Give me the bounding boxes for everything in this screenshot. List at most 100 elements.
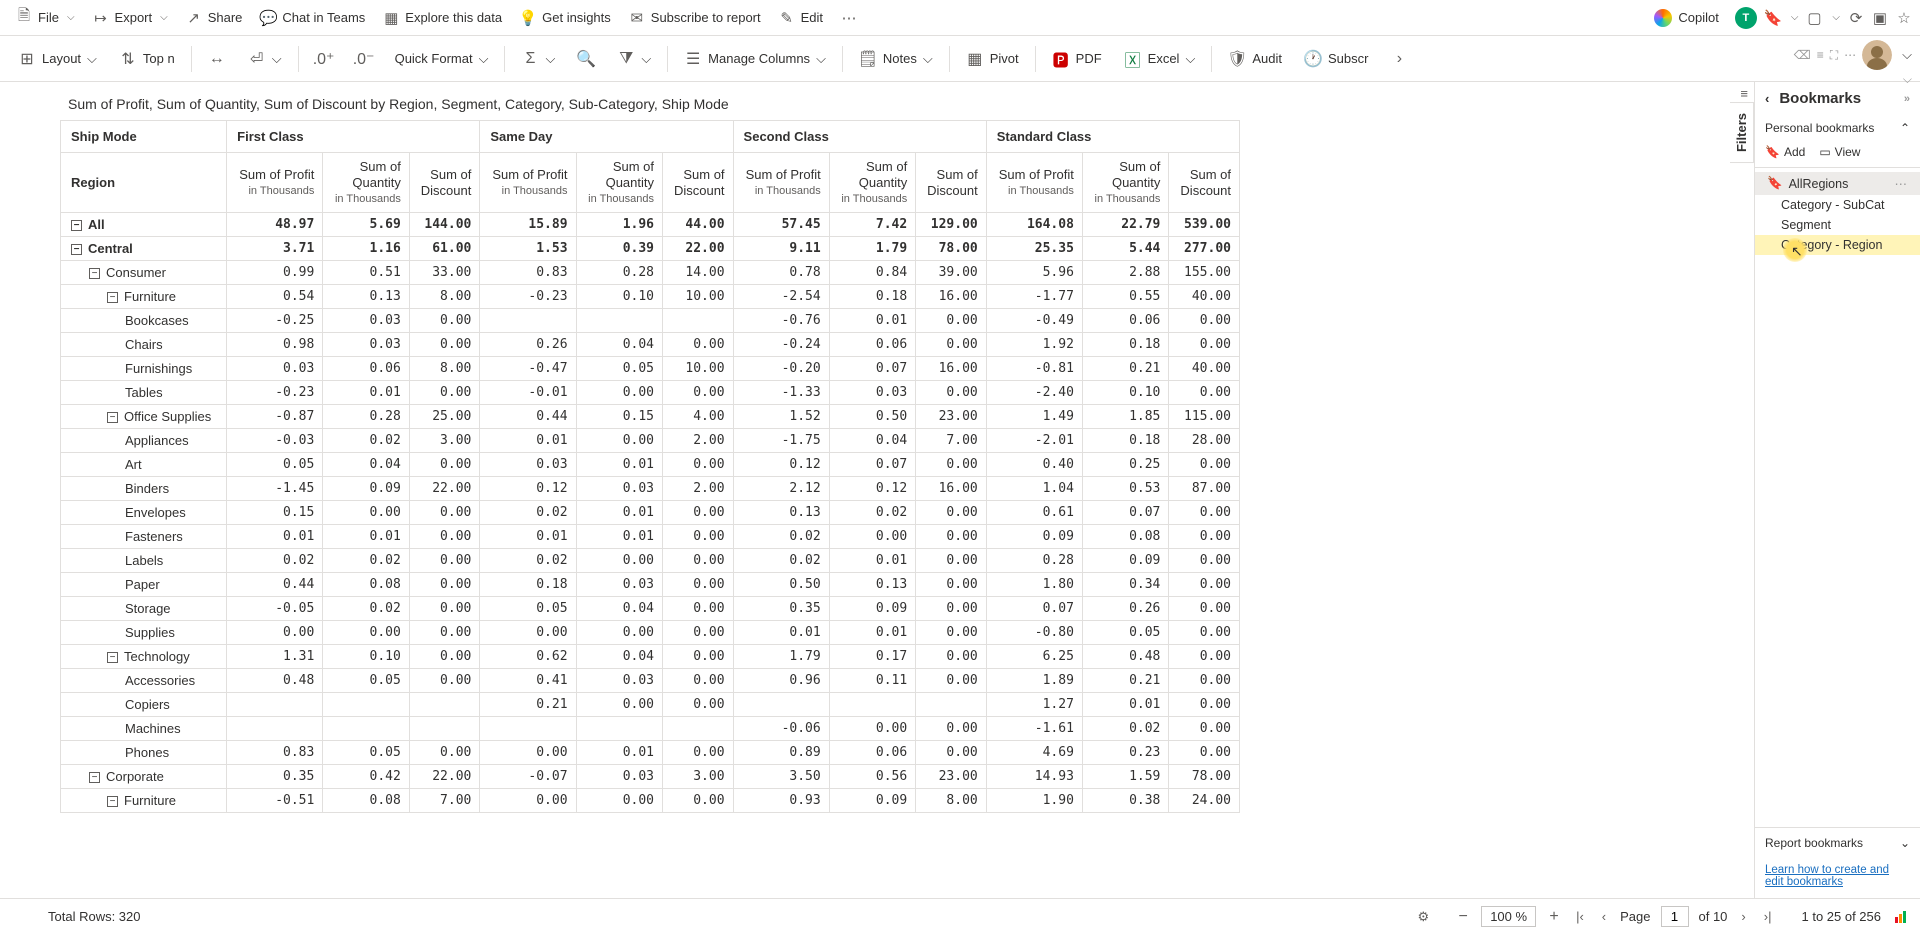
expand-toggle[interactable]: − <box>89 772 100 783</box>
table-row[interactable]: Paper0.440.080.000.180.030.000.500.130.0… <box>61 573 1240 597</box>
subscribe2-button[interactable]: 🕐Subscr <box>1294 44 1378 74</box>
table-row[interactable]: Labels0.020.020.000.020.000.000.020.010.… <box>61 549 1240 573</box>
metric-header[interactable]: Sum ofDiscount <box>409 153 480 213</box>
table-row[interactable]: Appliances-0.030.023.000.010.002.00-1.75… <box>61 429 1240 453</box>
focus-icon[interactable]: ⛶ <box>1830 48 1838 63</box>
decrease-decimals-button[interactable]: .0⁻ <box>345 44 383 74</box>
table-row[interactable]: Furnishings0.030.068.00-0.470.0510.00-0.… <box>61 357 1240 381</box>
report-bookmarks-collapse-icon[interactable]: ⌄ <box>1900 836 1910 850</box>
bookmark-item[interactable]: Category - SubCat <box>1755 195 1920 215</box>
table-row[interactable]: Fasteners0.010.010.000.010.010.000.020.0… <box>61 525 1240 549</box>
present-icon[interactable]: ▣ <box>1872 10 1888 26</box>
more-icon[interactable]: ⋯ <box>1844 48 1856 62</box>
manage-columns-button[interactable]: ☰Manage Columns⌵ <box>674 44 836 74</box>
pivot-table[interactable]: Ship ModeFirst ClassSame DaySecond Class… <box>60 120 1240 813</box>
metric-header[interactable]: Sum ofQuantityin Thousands <box>576 153 662 213</box>
scroll-right-button[interactable]: › <box>1380 44 1418 74</box>
metric-header[interactable]: Sum ofDiscount <box>916 153 987 213</box>
page-prev-button[interactable]: ‹ <box>1598 907 1610 926</box>
table-row[interactable]: −Office Supplies-0.870.2825.000.440.154.… <box>61 405 1240 429</box>
metric-header[interactable]: Sum ofDiscount <box>1169 153 1240 213</box>
window-icon[interactable]: ▢ <box>1806 10 1822 26</box>
sliders-icon[interactable]: ≡ <box>1817 48 1824 62</box>
filters-toggle-icon[interactable]: ≡ <box>1740 86 1748 101</box>
user-avatar[interactable]: T <box>1735 7 1757 29</box>
metric-header[interactable]: Sum of Profitin Thousands <box>986 153 1082 213</box>
table-row[interactable]: Tables-0.230.010.00-0.010.000.00-1.330.0… <box>61 381 1240 405</box>
table-row[interactable]: −Furniture-0.510.087.000.000.000.000.930… <box>61 789 1240 813</box>
excel-export-button[interactable]: 🅇Excel⌵ <box>1114 44 1206 74</box>
region-header[interactable]: Region <box>61 153 227 213</box>
export-button[interactable]: ↦Export⌵ <box>85 6 176 30</box>
bookmark-item[interactable]: 🔖AllRegions⋯ <box>1755 172 1920 195</box>
chat-teams-button[interactable]: 💬Chat in Teams <box>252 6 373 30</box>
expand-toggle[interactable]: − <box>107 652 118 663</box>
table-row[interactable]: −Furniture0.540.138.00-0.230.1010.00-2.5… <box>61 285 1240 309</box>
increase-decimals-button[interactable]: .0⁺ <box>305 44 343 74</box>
wrap-button[interactable]: ⏎⌵ <box>238 44 292 74</box>
visual-author-avatar[interactable] <box>1862 40 1892 70</box>
bookmark-ribbon-icon[interactable]: 🔖 <box>1765 10 1781 26</box>
notes-button[interactable]: 🗒Notes⌵ <box>849 44 943 74</box>
pivot-button[interactable]: ▦Pivot <box>956 44 1029 74</box>
zoom-value[interactable]: 100 % <box>1481 906 1536 927</box>
personal-collapse-icon[interactable]: ⌃ <box>1900 121 1910 135</box>
bookmark-item[interactable]: ↖Category - Region <box>1755 235 1920 255</box>
table-row[interactable]: −Central3.711.1661.001.530.3922.009.111.… <box>61 237 1240 261</box>
subscribe-button[interactable]: ✉Subscribe to report <box>621 6 769 30</box>
table-row[interactable]: −Technology1.310.100.000.620.040.001.790… <box>61 645 1240 669</box>
sigma-button[interactable]: Σ⌵ <box>511 44 565 74</box>
metric-header[interactable]: Sum of Profitin Thousands <box>227 153 323 213</box>
metric-header[interactable]: Sum of Profitin Thousands <box>733 153 829 213</box>
table-row[interactable]: Copiers0.210.000.001.270.010.00 <box>61 693 1240 717</box>
bookmarks-expand-icon[interactable]: » <box>1904 93 1910 105</box>
search-button[interactable]: 🔍 <box>567 44 605 74</box>
metric-header[interactable]: Sum ofQuantityin Thousands <box>1082 153 1168 213</box>
bookmark-add-button[interactable]: 🔖Add <box>1765 145 1805 159</box>
page-input[interactable] <box>1661 906 1689 927</box>
filter-button[interactable]: ⧩⌵ <box>607 44 661 74</box>
expand-toggle[interactable]: − <box>107 292 118 303</box>
zoom-out-button[interactable]: − <box>1455 908 1471 926</box>
edit-button[interactable]: ✎Edit <box>771 6 831 30</box>
format-width-button[interactable]: ↔ <box>198 44 236 74</box>
expand-toggle[interactable]: − <box>107 412 118 423</box>
column-group-header[interactable]: Standard Class <box>986 121 1239 153</box>
table-row[interactable]: −Consumer0.990.5133.000.830.2814.000.780… <box>61 261 1240 285</box>
table-row[interactable]: Machines-0.060.000.00-1.610.020.00 <box>61 717 1240 741</box>
share-button[interactable]: ↗Share <box>178 6 251 30</box>
table-row[interactable]: Binders-1.450.0922.000.120.032.002.120.1… <box>61 477 1240 501</box>
quick-format-button[interactable]: Quick Format⌵ <box>385 45 499 73</box>
file-menu[interactable]: 🗎File⌵ <box>8 6 83 30</box>
page-last-button[interactable]: ›| <box>1760 907 1776 926</box>
table-row[interactable]: Accessories0.480.050.000.410.030.000.960… <box>61 669 1240 693</box>
bookmark-item[interactable]: Segment <box>1755 215 1920 235</box>
expand-toggle[interactable]: − <box>71 220 82 231</box>
bookmark-more-icon[interactable]: ⋯ <box>1895 176 1909 191</box>
table-row[interactable]: Storage-0.050.020.000.050.040.000.350.09… <box>61 597 1240 621</box>
table-row[interactable]: −Corporate0.350.4222.00-0.070.033.003.50… <box>61 765 1240 789</box>
column-group-header[interactable]: Second Class <box>733 121 986 153</box>
column-group-header[interactable]: First Class <box>227 121 480 153</box>
get-insights-button[interactable]: 💡Get insights <box>512 6 619 30</box>
expand-toolbar-icon[interactable]: ⌵ <box>1903 72 1912 87</box>
audit-button[interactable]: 🛡Audit <box>1218 44 1292 74</box>
pdf-export-button[interactable]: 🅿PDF <box>1042 44 1112 74</box>
topn-button[interactable]: ⇅Top n <box>109 44 185 74</box>
metric-header[interactable]: Sum ofQuantityin Thousands <box>829 153 915 213</box>
table-row[interactable]: Art0.050.040.000.030.010.000.120.070.000… <box>61 453 1240 477</box>
learn-bookmarks-link[interactable]: Learn how to create and edit bookmarks <box>1755 858 1920 898</box>
explore-data-button[interactable]: ▦Explore this data <box>375 6 510 30</box>
settings-gear-icon[interactable]: ⚙ <box>1414 907 1434 927</box>
page-first-button[interactable]: |‹ <box>1572 907 1588 926</box>
zoom-in-button[interactable]: + <box>1546 908 1562 926</box>
table-row[interactable]: Phones0.830.050.000.000.010.000.890.060.… <box>61 741 1240 765</box>
more-options-button[interactable]: ⋯ <box>833 6 865 30</box>
bookmark-view-button[interactable]: ▭View <box>1819 145 1860 159</box>
table-row[interactable]: Envelopes0.150.000.000.020.010.000.130.0… <box>61 501 1240 525</box>
table-row[interactable]: −All48.975.69144.0015.891.9644.0057.457.… <box>61 213 1240 237</box>
copilot-button[interactable]: Copilot <box>1646 5 1726 31</box>
expand-toggle[interactable]: − <box>71 244 82 255</box>
metric-header[interactable]: Sum of Profitin Thousands <box>480 153 576 213</box>
column-group-header[interactable]: Same Day <box>480 121 733 153</box>
